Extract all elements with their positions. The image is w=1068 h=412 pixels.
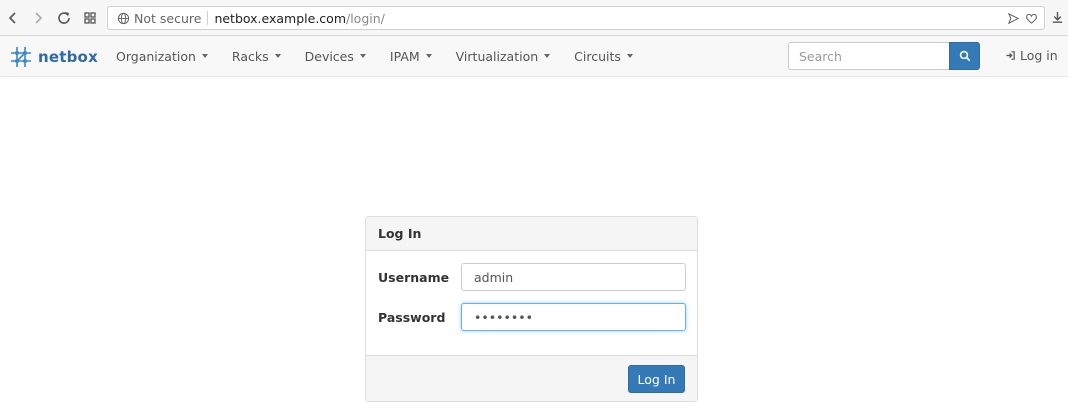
chevron-right-icon <box>35 12 43 24</box>
caret-down-icon <box>425 54 432 58</box>
nav-devices[interactable]: Devices <box>293 36 378 76</box>
browser-toolbar: Not secure netbox.example.com/login/ <box>0 0 1068 36</box>
nav-racks[interactable]: Racks <box>220 36 293 76</box>
nav-ipam[interactable]: IPAM <box>378 36 444 76</box>
back-button[interactable] <box>4 9 22 27</box>
nav-virtualization[interactable]: Virtualization <box>444 36 562 76</box>
download-button[interactable] <box>1050 10 1066 26</box>
address-bar[interactable]: Not secure netbox.example.com/login/ <box>107 6 1045 30</box>
nav-circuits-label: Circuits <box>574 48 621 64</box>
password-label: Password <box>378 309 446 325</box>
nav-racks-label: Racks <box>231 48 269 64</box>
login-panel-footer: Log In <box>366 355 697 401</box>
login-form: Username Password <box>366 251 697 355</box>
reload-button[interactable] <box>55 9 73 27</box>
send-icon[interactable] <box>1006 11 1020 25</box>
caret-down-icon <box>201 54 208 58</box>
search-input[interactable] <box>788 42 950 70</box>
nav-login-link[interactable]: Log in <box>1005 48 1058 63</box>
brand-link[interactable]: netbox <box>8 44 98 70</box>
caret-down-icon <box>359 54 366 58</box>
login-panel-heading: Log In <box>366 217 697 251</box>
username-label: Username <box>378 269 450 285</box>
url-text[interactable]: netbox.example.com/login/ <box>214 11 384 26</box>
globe-icon <box>116 11 130 25</box>
nav-virtualization-label: Virtualization <box>455 48 539 64</box>
login-submit-button[interactable]: Log In <box>628 365 685 393</box>
netbox-logo-icon <box>11 47 31 67</box>
brand-name: netbox <box>38 48 98 66</box>
download-icon <box>1052 11 1063 23</box>
nav-organization-label: Organization <box>116 48 196 64</box>
search-icon <box>959 50 970 62</box>
username-field[interactable] <box>461 263 686 291</box>
login-panel: Log In Username Password Log In <box>365 216 698 402</box>
password-row: Password <box>378 303 686 331</box>
nav-ipam-label: IPAM <box>389 48 420 64</box>
search-button[interactable] <box>949 42 980 70</box>
apps-button[interactable] <box>81 9 99 27</box>
heart-icon[interactable] <box>1024 11 1038 25</box>
sign-in-icon <box>1005 50 1017 62</box>
url-divider <box>207 11 209 25</box>
caret-down-icon <box>544 54 551 58</box>
chevron-left-icon <box>8 12 16 24</box>
grid-icon <box>84 12 96 24</box>
nav-circuits[interactable]: Circuits <box>562 36 645 76</box>
password-field[interactable] <box>461 303 686 331</box>
security-indicator[interactable]: Not secure <box>134 11 201 26</box>
main-navbar: netbox Organization Racks Devices IPAM V… <box>0 36 1068 77</box>
nav-devices-label: Devices <box>304 48 354 64</box>
nav-login-label: Log in <box>1020 48 1058 63</box>
username-row: Username <box>378 263 686 291</box>
address-bar-actions <box>1006 11 1038 25</box>
nav-organization[interactable]: Organization <box>104 36 220 76</box>
nav-menu: Organization Racks Devices IPAM Virtuali… <box>104 36 645 76</box>
caret-down-icon <box>626 54 633 58</box>
url-host: netbox.example.com <box>214 10 346 26</box>
forward-button[interactable] <box>29 9 47 27</box>
caret-down-icon <box>274 54 281 58</box>
url-path: /login/ <box>346 10 385 26</box>
reload-icon <box>58 12 70 24</box>
